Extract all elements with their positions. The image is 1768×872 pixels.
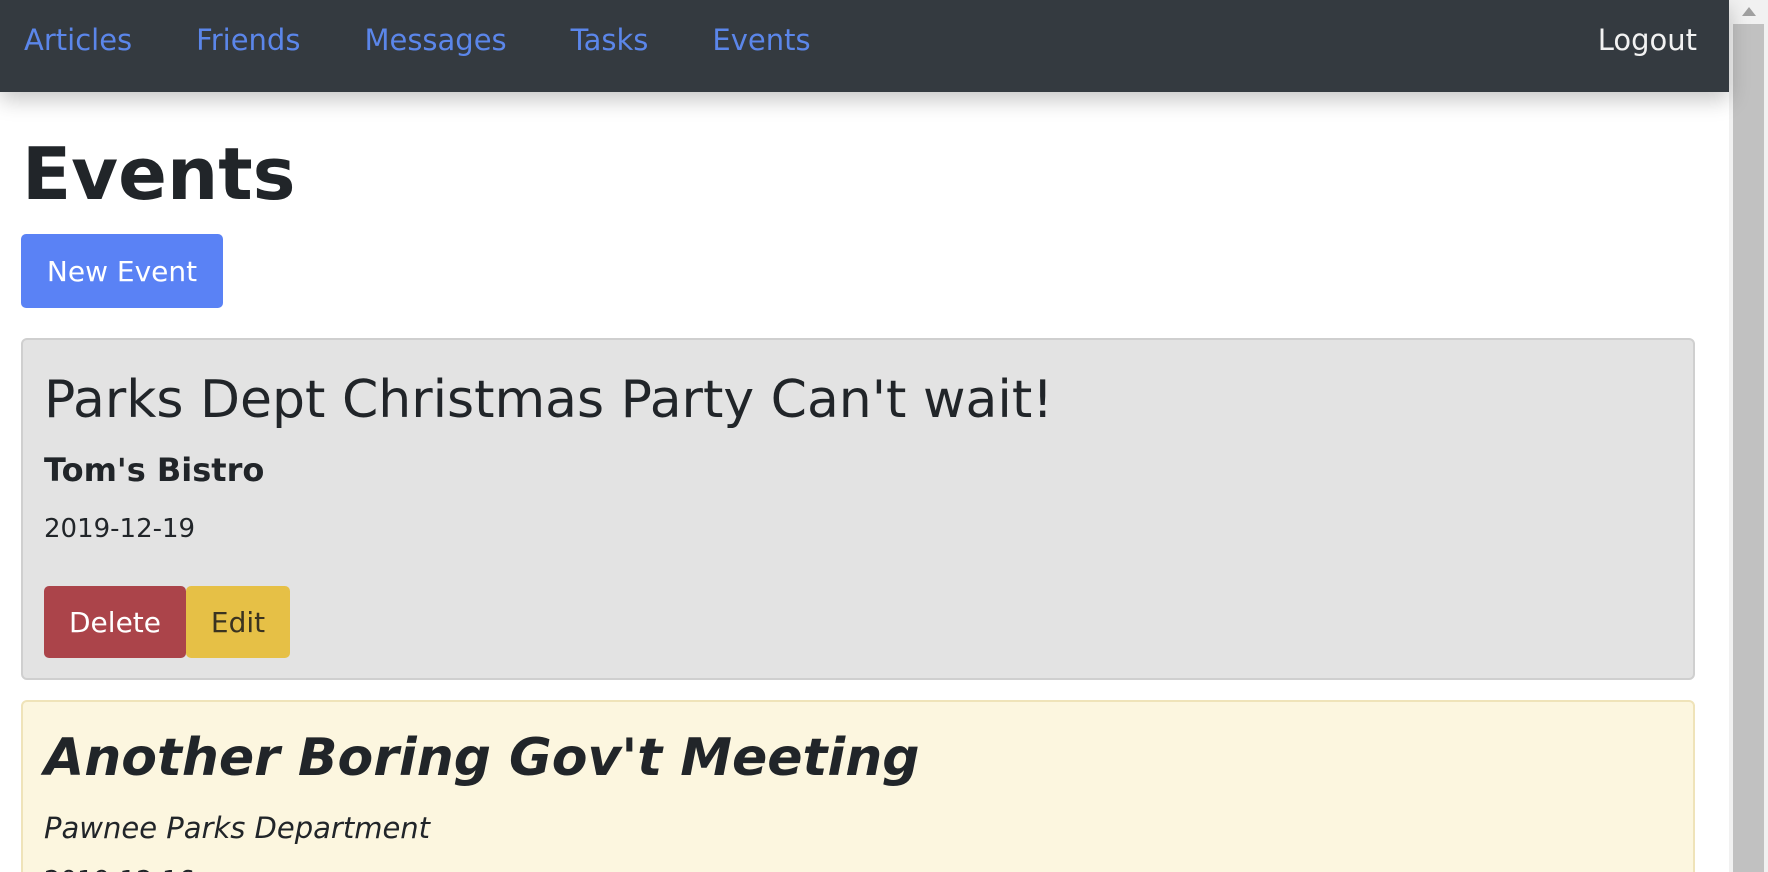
edit-event-button[interactable]: Edit bbox=[186, 586, 290, 658]
vertical-scrollbar[interactable] bbox=[1729, 0, 1768, 872]
nav-link-events[interactable]: Events bbox=[712, 22, 810, 58]
logout-link[interactable]: Logout bbox=[1598, 22, 1697, 58]
event-actions: Delete Edit bbox=[44, 586, 290, 658]
event-date: 2019-12-16 bbox=[44, 864, 195, 872]
chevron-up-icon[interactable] bbox=[1729, 0, 1768, 22]
nav-link-articles[interactable]: Articles bbox=[24, 22, 132, 58]
event-location: Tom's Bistro bbox=[44, 451, 265, 489]
event-title: Another Boring Gov't Meeting bbox=[44, 728, 920, 788]
events-page: Articles Friends Messages Tasks Events L… bbox=[0, 0, 1768, 872]
event-date: 2019-12-19 bbox=[44, 514, 196, 544]
scrollbar-thumb[interactable] bbox=[1733, 24, 1764, 872]
page-title: Events bbox=[22, 132, 296, 216]
delete-event-button[interactable]: Delete bbox=[44, 586, 186, 658]
event-location: Pawnee Parks Department bbox=[44, 811, 431, 845]
event-card: Parks Dept Christmas Party Can't wait! T… bbox=[21, 338, 1695, 680]
new-event-button[interactable]: New Event bbox=[21, 234, 223, 308]
nav-link-tasks[interactable]: Tasks bbox=[571, 22, 649, 58]
nav-links: Articles Friends Messages Tasks Events bbox=[24, 22, 875, 58]
event-title: Parks Dept Christmas Party Can't wait! bbox=[44, 370, 1054, 430]
event-card: Another Boring Gov't Meeting Pawnee Park… bbox=[21, 700, 1695, 872]
nav-link-messages[interactable]: Messages bbox=[364, 22, 506, 58]
top-navbar: Articles Friends Messages Tasks Events L… bbox=[0, 0, 1729, 92]
nav-link-friends[interactable]: Friends bbox=[196, 22, 300, 58]
